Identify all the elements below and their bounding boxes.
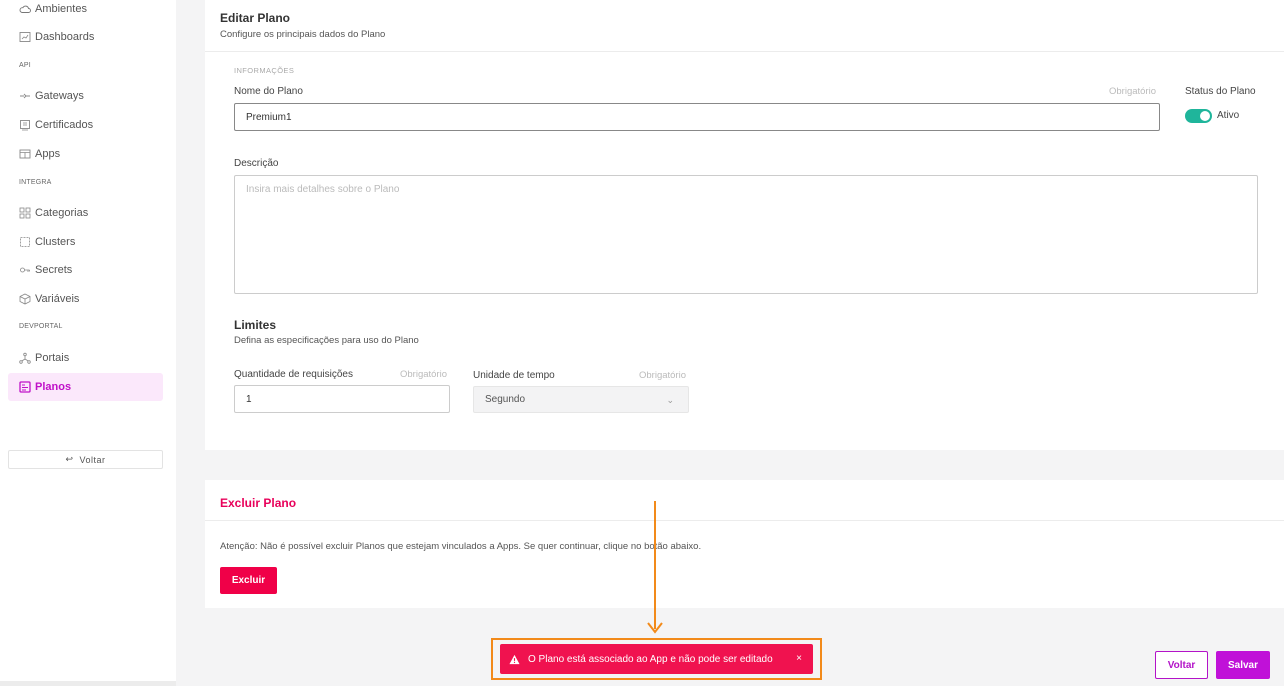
sidebar-item-planos[interactable]: Planos	[19, 378, 71, 396]
sidebar: Ambientes Dashboards API Gateways Certif…	[0, 0, 176, 686]
save-button[interactable]: Salvar	[1216, 651, 1270, 679]
delete-plan-card: Excluir Plano Atenção: Não é possível ex…	[205, 480, 1284, 608]
description-textarea[interactable]: Insira mais detalhes sobre o Plano	[234, 175, 1258, 294]
time-unit-value: Segundo	[485, 394, 526, 405]
sidebar-item-label: Portais	[35, 352, 70, 364]
categories-icon	[19, 207, 31, 219]
secrets-icon	[19, 264, 31, 276]
certificate-icon	[19, 119, 31, 131]
sidebar-back-button[interactable]: ↩ Voltar	[8, 450, 163, 469]
clusters-icon	[19, 236, 31, 248]
requests-input[interactable]: 1	[234, 385, 450, 413]
sidebar-item-label: Planos	[35, 381, 72, 393]
portals-icon	[19, 352, 31, 364]
cloud-icon	[19, 3, 31, 15]
error-toast: O Plano está associado ao App e não pode…	[500, 644, 813, 674]
sidebar-section-devportal: DEVPORTAL	[19, 323, 63, 330]
plans-icon	[19, 381, 31, 393]
sidebar-item-label: Clusters	[35, 236, 76, 248]
apps-icon	[19, 148, 31, 160]
sidebar-item-secrets[interactable]: Secrets	[19, 261, 72, 279]
edit-plan-title: Editar Plano	[220, 11, 291, 25]
sidebar-item-label: Variáveis	[35, 293, 80, 305]
sidebar-section-integra: INTEGRA	[19, 179, 52, 186]
annotation-arrow-line	[654, 501, 656, 629]
plan-status-label: Status do Plano	[1185, 86, 1256, 97]
plan-name-label: Nome do Plano	[234, 86, 303, 97]
limits-title: Limites	[234, 318, 277, 332]
sidebar-item-label: Ambientes	[35, 3, 87, 15]
delete-plan-warning: Atenção: Não é possível excluir Planos q…	[220, 541, 702, 552]
sidebar-item-apps[interactable]: Apps	[19, 145, 60, 163]
sidebar-item-label: Categorias	[35, 207, 89, 219]
sidebar-item-variaveis[interactable]: Variáveis	[19, 290, 79, 308]
plan-name-input[interactable]: Premium1	[234, 103, 1160, 131]
requests-required-hint: Obrigatório	[400, 369, 447, 380]
sidebar-item-label: Apps	[35, 148, 61, 160]
requests-label: Quantidade de requisições	[234, 369, 353, 380]
time-unit-label: Unidade de tempo	[473, 370, 555, 381]
sidebar-item-label: Gateways	[35, 90, 84, 102]
edit-plan-card: Editar Plano Configure os principais dad…	[205, 0, 1284, 450]
time-unit-select[interactable]: Segundo ⌄	[473, 386, 689, 413]
sidebar-back-label: Voltar	[79, 454, 106, 465]
sidebar-item-certificados[interactable]: Certificados	[19, 116, 93, 134]
toast-message: O Plano está associado ao App e não pode…	[528, 653, 773, 665]
back-arrow-icon: ↩	[65, 454, 74, 464]
dashboard-icon	[19, 31, 31, 43]
warning-icon	[509, 654, 520, 664]
sidebar-item-label: Dashboards	[35, 31, 95, 43]
sidebar-bottom-bar	[0, 681, 176, 686]
sidebar-section-api: API	[19, 62, 31, 69]
delete-divider	[205, 520, 1284, 521]
delete-plan-title: Excluir Plano	[220, 496, 297, 510]
plan-name-required-hint: Obrigatório	[1109, 86, 1156, 97]
edit-plan-subtitle: Configure os principais dados do Plano	[220, 29, 386, 40]
plan-status-value: Ativo	[1217, 110, 1240, 121]
delete-button[interactable]: Excluir	[220, 567, 277, 594]
sidebar-item-categorias[interactable]: Categorias	[19, 204, 88, 222]
toggle-knob	[1200, 111, 1210, 121]
sidebar-item-label: Secrets	[35, 264, 73, 276]
time-unit-required-hint: Obrigatório	[639, 370, 686, 381]
close-icon[interactable]: ×	[796, 653, 802, 664]
sidebar-item-portais[interactable]: Portais	[19, 349, 69, 367]
chevron-down-icon: ⌄	[666, 395, 674, 405]
sidebar-item-ambientes[interactable]: Ambientes	[19, 0, 87, 18]
info-section-caption: INFORMAÇÕES	[234, 66, 295, 75]
annotation-arrow-head-icon	[647, 622, 663, 634]
limits-subtitle: Defina as especificações para uso do Pla…	[234, 335, 419, 346]
gateway-icon	[19, 90, 31, 102]
sidebar-item-gateways[interactable]: Gateways	[19, 87, 84, 105]
sidebar-item-dashboards[interactable]: Dashboards	[19, 28, 94, 46]
variables-icon	[19, 293, 31, 305]
edit-divider	[205, 51, 1284, 52]
sidebar-item-label: Certificados	[35, 119, 94, 131]
description-label: Descrição	[234, 158, 279, 169]
plan-status-toggle[interactable]	[1185, 109, 1212, 123]
back-button[interactable]: Voltar	[1155, 651, 1208, 679]
sidebar-item-clusters[interactable]: Clusters	[19, 233, 75, 251]
